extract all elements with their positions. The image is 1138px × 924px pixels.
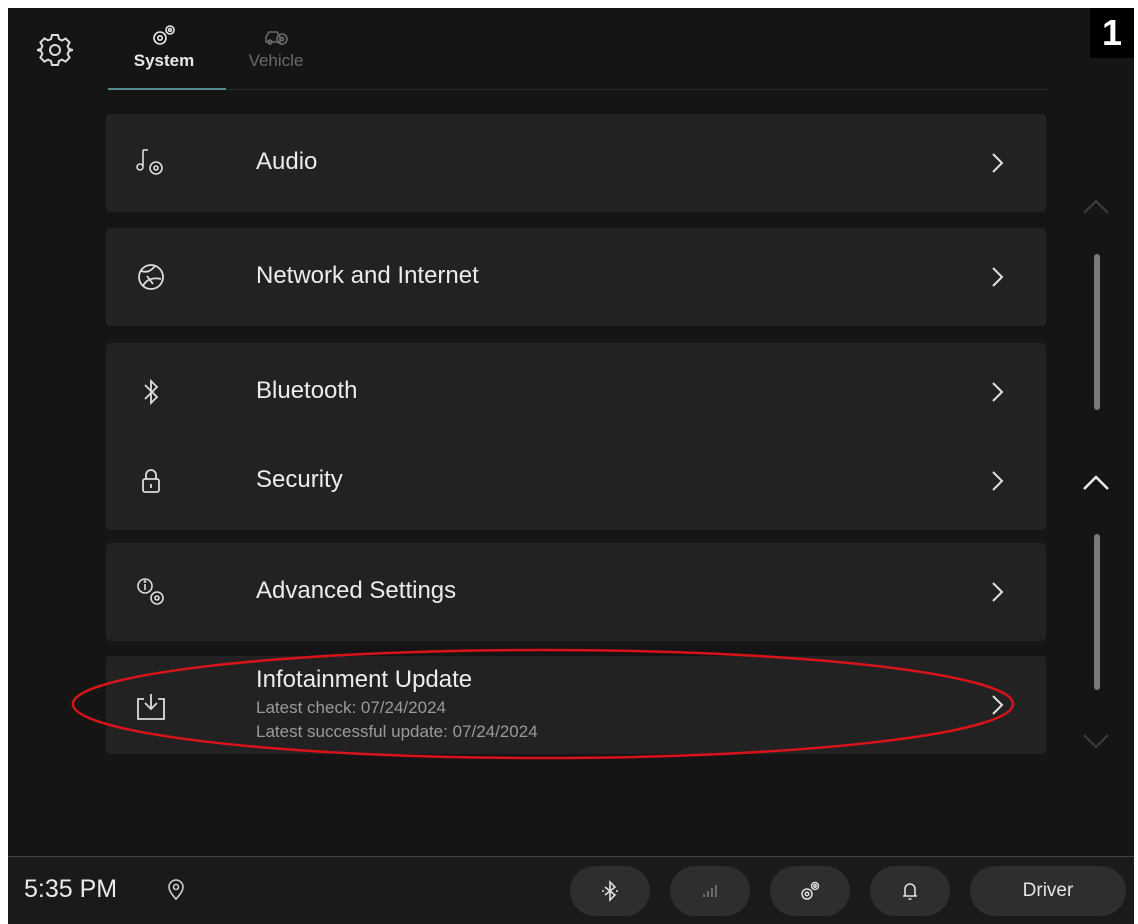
latest-check-text: Latest check: 07/24/2024 — [256, 698, 446, 717]
bluetooth-icon — [602, 880, 618, 902]
signal-quick-button[interactable] — [670, 866, 750, 916]
menu-item-bluetooth[interactable]: Bluetooth — [106, 343, 1046, 441]
tab-vehicle[interactable]: Vehicle — [216, 24, 336, 71]
driver-profile-label: Driver — [1022, 880, 1074, 901]
step-number-badge: 1 — [1090, 8, 1134, 58]
chevron-right-icon — [992, 153, 1004, 173]
settings-quick-button[interactable] — [770, 866, 850, 916]
bottom-status-bar: 5:35 PM Driver — [8, 856, 1134, 924]
bell-icon — [903, 883, 917, 900]
location-pin-icon — [168, 879, 184, 901]
chevron-right-icon — [992, 695, 1004, 715]
globe-icon — [138, 264, 164, 290]
scroll-down-icon[interactable] — [1076, 720, 1116, 760]
info-gear-icon — [137, 578, 164, 605]
menu-item-security[interactable]: Security — [106, 432, 1046, 530]
tab-system-label: System — [133, 51, 195, 70]
infotainment-update-texts: Infotainment Update Latest check: 07/24/… — [256, 666, 538, 742]
tab-system[interactable]: System — [104, 24, 224, 71]
scrollbar-thumb[interactable] — [1094, 534, 1100, 690]
latest-successful-update-text: Latest successful update: 07/24/2024 — [256, 722, 538, 741]
menu-item-audio[interactable]: Audio — [106, 114, 1046, 212]
lock-icon — [142, 469, 160, 493]
scrollbar-thumb[interactable] — [1094, 254, 1100, 410]
gears-icon — [801, 881, 820, 900]
menu-item-label: Infotainment Update — [256, 666, 473, 693]
menu-item-label: Security — [256, 466, 343, 493]
download-tray-icon — [137, 694, 165, 720]
chevron-right-icon — [992, 267, 1004, 287]
menu-item-label: Advanced Settings — [256, 577, 457, 604]
chevron-right-icon — [992, 471, 1004, 491]
menu-item-label: Audio — [256, 148, 318, 175]
menu-item-advanced-settings[interactable]: Advanced Settings — [106, 543, 1046, 641]
infotainment-screen: 1 System Vehicle Audio Network and Inter… — [8, 8, 1134, 924]
bluetooth-quick-button[interactable] — [570, 866, 650, 916]
menu-item-infotainment-update[interactable]: Infotainment Update Latest check: 07/24/… — [106, 656, 1046, 754]
gears-icon — [153, 25, 175, 45]
bluetooth-icon — [144, 378, 159, 406]
music-gear-icon — [136, 149, 163, 175]
tab-vehicle-label: Vehicle — [248, 51, 304, 70]
active-tab-indicator — [108, 88, 226, 90]
menu-item-label: Bluetooth — [256, 377, 358, 404]
signal-bars-icon — [703, 885, 717, 897]
tab-divider — [226, 89, 1048, 90]
scroll-up-icon[interactable] — [1076, 188, 1116, 228]
gear-icon[interactable] — [37, 32, 73, 68]
notifications-quick-button[interactable] — [870, 866, 950, 916]
menu-item-label: Network and Internet — [256, 262, 479, 289]
menu-item-network[interactable]: Network and Internet — [106, 228, 1046, 326]
chevron-right-icon — [992, 582, 1004, 602]
clock-time: 5:35 PM — [24, 875, 118, 903]
chevron-right-icon — [992, 382, 1004, 402]
car-gear-icon — [265, 31, 288, 45]
driver-profile-button[interactable]: Driver — [970, 866, 1126, 916]
chevron-up-icon[interactable] — [1076, 464, 1116, 504]
